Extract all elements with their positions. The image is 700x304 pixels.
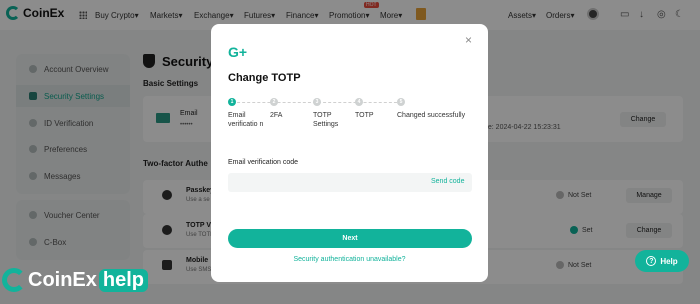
watermark-help: help <box>98 268 149 292</box>
help-button[interactable]: ? Help <box>635 250 689 272</box>
modal-title: Change TOTP <box>228 72 301 84</box>
coinex-help-watermark: CoinEx help <box>2 268 149 292</box>
step-5-label: Changed successfully <box>397 112 466 119</box>
email-code-label: Email verification code <box>228 159 299 166</box>
close-icon[interactable]: × <box>465 33 472 47</box>
step-4-number: 4 <box>355 98 363 106</box>
step-3-label: TOTP Settings <box>313 112 339 128</box>
security-unavailable-link[interactable]: Security authentication unavailable? <box>211 256 488 263</box>
send-code-link[interactable]: Send code <box>431 178 464 185</box>
google-authenticator-icon: G+ <box>228 44 248 60</box>
step-5-number: 5 <box>397 98 405 106</box>
step-3-number: 3 <box>313 98 321 106</box>
step-2-number: 2 <box>270 98 278 106</box>
step-2-label: 2FA <box>270 112 283 119</box>
step-1-number: 1 <box>228 98 236 106</box>
help-label: Help <box>660 256 678 266</box>
watermark-brand: CoinEx <box>28 268 97 291</box>
step-4-label: TOTP <box>355 112 374 119</box>
next-button[interactable]: Next <box>228 229 472 248</box>
coinex-watermark-icon <box>2 268 26 292</box>
change-totp-modal: G+ × Change TOTP 1 2 3 4 5 Email verific… <box>211 24 488 282</box>
question-icon: ? <box>646 256 657 266</box>
step-1-label: Email verificatio n <box>228 112 264 128</box>
